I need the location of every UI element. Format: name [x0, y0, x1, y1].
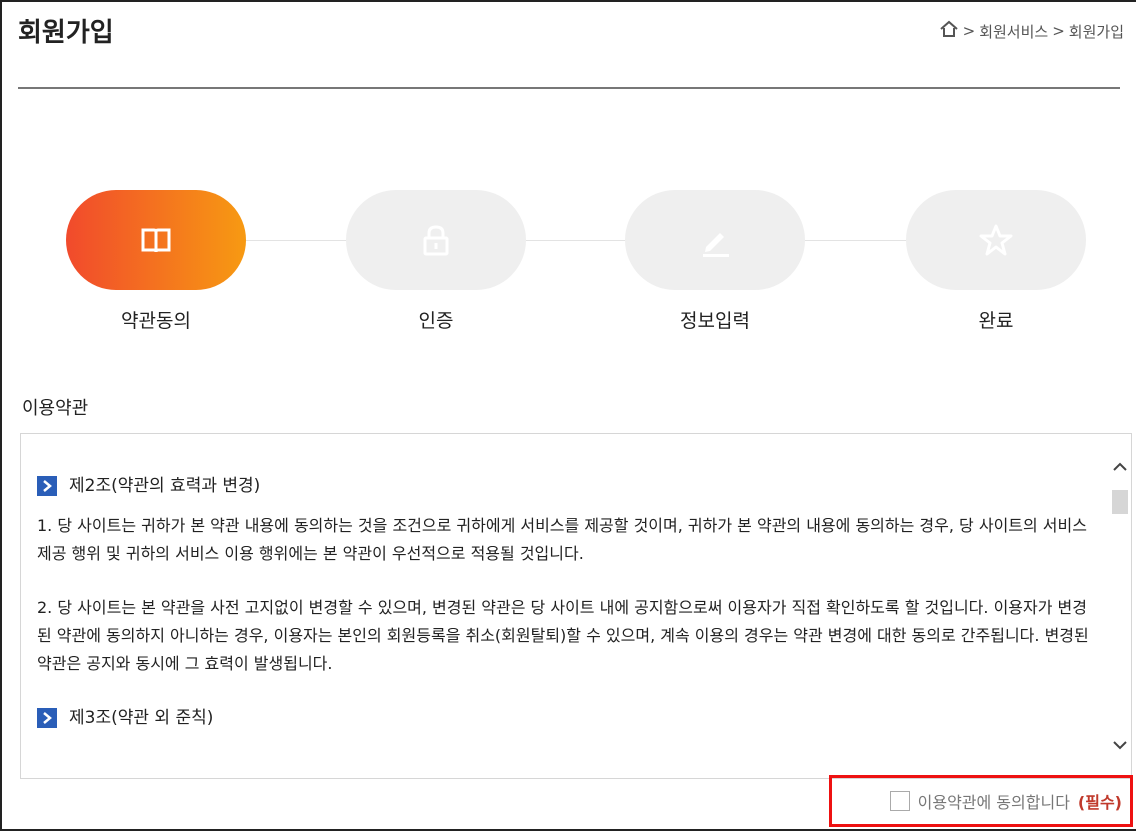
terms-paragraph: 2. 당 사이트는 본 약관을 사전 고지없이 변경할 수 있으며, 변경된 약… — [37, 598, 1089, 673]
step-auth-pill — [346, 190, 526, 290]
title-divider — [18, 87, 1120, 89]
terms-paragraph: 1. 당 사이트는 귀하가 본 약관 내용에 동의하는 것을 조건으로 귀하에게… — [37, 516, 1087, 563]
terms-section-label: 이용약관 — [22, 398, 89, 419]
home-icon[interactable] — [939, 20, 959, 42]
terms-scrollbar[interactable] — [1109, 434, 1131, 778]
scroll-thumb[interactable] — [1112, 490, 1128, 514]
step-terms-pill — [66, 190, 246, 290]
terms-scroll-box[interactable]: 제2조(약관의 효력과 변경) 1. 당 사이트는 귀하가 본 약관 내용에 동… — [20, 433, 1132, 779]
book-icon — [141, 228, 171, 253]
agree-checkbox[interactable] — [889, 791, 910, 811]
article-heading-text: 제2조(약관의 효력과 변경) — [69, 476, 261, 496]
step-terms: 약관동의 — [66, 190, 246, 333]
scroll-down-icon[interactable] — [1109, 734, 1131, 756]
step-complete-label: 완료 — [978, 310, 1014, 332]
steps-connector-line — [155, 240, 985, 241]
required-tag: (필수) — [1077, 793, 1122, 812]
breadcrumb-separator: > — [1052, 22, 1065, 40]
step-info-label: 정보입력 — [680, 310, 750, 332]
step-complete: 완료 — [906, 190, 1086, 333]
signup-steps: 약관동의 인증 정보입력 완료 — [0, 190, 1138, 340]
terms-content: 제2조(약관의 효력과 변경) 1. 당 사이트는 귀하가 본 약관 내용에 동… — [37, 472, 1097, 744]
pencil-icon — [703, 233, 729, 257]
agree-highlight: 이용약관에 동의합니다 (필수) — [829, 775, 1133, 827]
article-heading-text: 제3조(약관 외 준칙) — [69, 708, 214, 728]
star-icon — [979, 224, 1013, 256]
step-complete-pill — [906, 190, 1086, 290]
article-heading: 제3조(약관 외 준칙) — [37, 704, 1097, 732]
chevron-right-icon — [37, 708, 57, 728]
step-info: 정보입력 — [625, 190, 805, 333]
breadcrumb-item-signup[interactable]: 회원가입 — [1069, 21, 1124, 42]
lock-icon — [423, 225, 449, 256]
breadcrumb: > 회원서비스 > 회원가입 — [939, 20, 1124, 42]
scroll-up-icon[interactable] — [1109, 456, 1131, 478]
step-terms-label: 약관동의 — [121, 310, 191, 332]
page-title: 회원가입 — [18, 18, 114, 48]
agree-label[interactable]: 이용약관에 동의합니다 — [918, 789, 1070, 813]
article-heading: 제2조(약관의 효력과 변경) — [37, 472, 1097, 500]
breadcrumb-separator: > — [962, 22, 976, 40]
breadcrumb-item-member-service[interactable]: 회원서비스 — [979, 21, 1048, 42]
step-auth: 인증 — [346, 190, 526, 333]
step-info-pill — [625, 190, 805, 290]
step-auth-label: 인증 — [418, 310, 454, 332]
chevron-right-icon — [37, 476, 57, 496]
